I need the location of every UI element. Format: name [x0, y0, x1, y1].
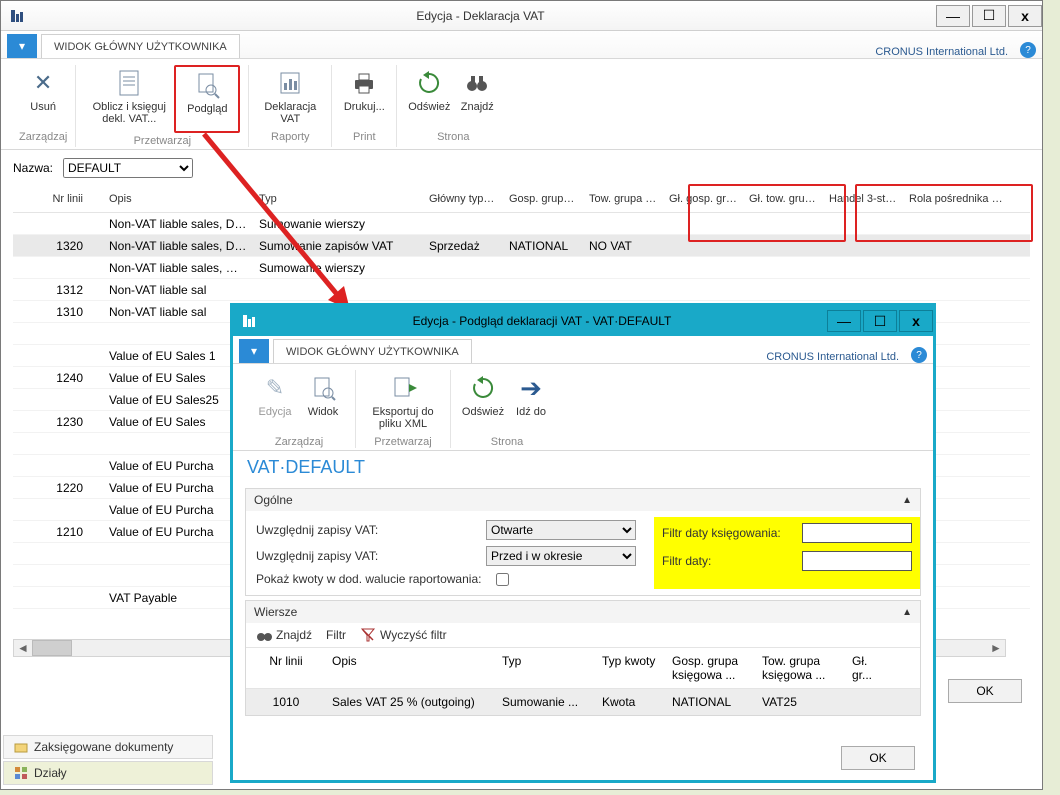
child-section-title: VAT·DEFAULT — [233, 451, 933, 484]
refresh-icon — [413, 67, 445, 99]
main-titlebar: Edycja - Deklaracja VAT — ☐ x — [1, 1, 1042, 31]
help-icon[interactable]: ? — [1020, 42, 1036, 58]
print-button[interactable]: Drukuj... — [340, 65, 388, 129]
scroll-right-icon[interactable]: ► — [987, 640, 1005, 656]
highlight-box-1 — [688, 184, 846, 242]
col-gtk[interactable]: Główny typ księgowania — [423, 190, 503, 208]
main-window-title: Edycja - Deklaracja VAT — [27, 9, 934, 23]
modules-icon — [14, 766, 28, 780]
rows-panel: Wiersze ▲ Znajdź Filtr Wyczyść filtr Nr … — [245, 600, 921, 716]
clear-filter-icon — [360, 627, 376, 643]
date-filter-label: Filtr daty: — [662, 554, 792, 568]
child-help-icon[interactable]: ? — [911, 347, 927, 363]
table-row[interactable]: Non-VAT liable sales, Ov...Sumowanie wie… — [13, 257, 1030, 279]
show-addcurr-checkbox[interactable] — [496, 573, 509, 586]
child-edit-button[interactable]: ✎ Edycja — [251, 370, 299, 434]
delete-icon: ✕ — [27, 67, 59, 99]
ok-button[interactable]: OK — [948, 679, 1022, 703]
rows-panel-title: Wiersze — [254, 605, 297, 619]
nav-departments[interactable]: Działy — [3, 761, 213, 785]
child-close-button[interactable]: x — [899, 310, 933, 332]
child-col-typkwoty[interactable]: Typ kwoty — [596, 650, 666, 686]
nav-posted-documents[interactable]: Zaksięgowane dokumenty — [3, 735, 213, 759]
child-col-gl[interactable]: Gł. gr... — [846, 650, 876, 686]
binoculars-icon — [461, 67, 493, 99]
child-ribbon-tab-main[interactable]: WIDOK GŁÓWNY UŻYTKOWNIKA — [273, 339, 472, 363]
child-clear-filter-button[interactable]: Wyczyść filtr — [360, 627, 447, 643]
vat-declaration-button[interactable]: Deklaracja VAT — [257, 65, 323, 129]
col-opis[interactable]: Opis — [103, 190, 253, 208]
child-col-nr[interactable]: Nr linii — [246, 650, 326, 686]
document-calc-icon — [113, 67, 145, 99]
child-maximize-button[interactable]: ☐ — [863, 310, 897, 332]
close-button[interactable]: x — [1008, 5, 1042, 27]
general-panel-title: Ogólne — [254, 493, 293, 507]
export-icon — [387, 372, 419, 404]
company-name: CRONUS International Ltd. — [875, 46, 1008, 58]
col-tgk[interactable]: Tow. grupa księgowa VAT — [583, 190, 663, 208]
col-typ[interactable]: Typ — [253, 190, 423, 208]
table-row[interactable]: 1312Non-VAT liable sal — [13, 279, 1030, 301]
report-icon — [274, 67, 306, 99]
child-window-title: Edycja - Podgląd deklaracji VAT - VAT·DE… — [259, 314, 825, 328]
child-menu-dropdown[interactable]: ▾ — [239, 339, 269, 363]
app-icon — [239, 311, 259, 331]
app-icon — [7, 6, 27, 26]
view-icon — [307, 372, 339, 404]
child-col-gospgrupa[interactable]: Gosp. grupa księgowa ... — [666, 650, 756, 686]
find-button[interactable]: Znajdź — [453, 65, 501, 129]
name-label: Nazwa: — [13, 161, 53, 175]
posting-date-filter-input[interactable] — [802, 523, 912, 543]
collapse-icon[interactable]: ▲ — [902, 607, 912, 618]
child-ok-button[interactable]: OK — [841, 746, 915, 770]
child-find-button[interactable]: Znajdź — [256, 628, 312, 642]
col-nr[interactable]: Nr linii — [13, 190, 103, 208]
date-filter-highlight: Filtr daty księgowania: Filtr daty: — [654, 517, 920, 589]
scroll-left-icon[interactable]: ◄ — [14, 640, 32, 656]
print-icon — [348, 67, 380, 99]
child-col-towgrupa[interactable]: Tow. grupa księgowa ... — [756, 650, 846, 686]
preview-icon — [191, 69, 223, 101]
include-vat-entries-1-select[interactable]: Otwarte — [486, 520, 636, 540]
pencil-icon: ✎ — [259, 372, 291, 404]
include-vat-entries-2-select[interactable]: Przed i w okresie — [486, 546, 636, 566]
child-minimize-button[interactable]: — — [827, 310, 861, 332]
maximize-button[interactable]: ☐ — [972, 5, 1006, 27]
refresh-icon — [467, 372, 499, 404]
goto-icon: ➔ — [515, 372, 547, 404]
general-panel: Ogólne ▲ Uwzględnij zapisy VAT: Otwarte … — [245, 488, 921, 596]
child-col-opis[interactable]: Opis — [326, 650, 496, 686]
child-refresh-button[interactable]: Odśwież — [459, 370, 507, 434]
calc-post-button[interactable]: Oblicz i księguj dekl. VAT... — [84, 65, 174, 133]
child-view-button[interactable]: Widok — [299, 370, 347, 434]
child-table-row[interactable]: 1010 Sales VAT 25 % (outgoing) Sumowanie… — [246, 689, 920, 715]
show-addcurr-label: Pokaż kwoty w dod. walucie raportowania: — [256, 572, 496, 586]
preview-button[interactable]: Podgląd — [174, 65, 240, 133]
menu-dropdown[interactable]: ▾ — [7, 34, 37, 58]
delete-button[interactable]: ✕ Usuń — [19, 65, 67, 129]
child-export-xml-button[interactable]: Eksportuj do pliku XML — [364, 370, 442, 434]
collapse-icon[interactable]: ▲ — [902, 495, 912, 506]
child-goto-button[interactable]: ➔ Idź do — [507, 370, 555, 434]
minimize-button[interactable]: — — [936, 5, 970, 27]
ribbon-tab-main[interactable]: WIDOK GŁÓWNY UŻYTKOWNIKA — [41, 34, 240, 58]
binoculars-icon — [256, 628, 272, 642]
name-select[interactable]: DEFAULT — [63, 158, 193, 178]
date-filter-input[interactable] — [802, 551, 912, 571]
child-company-name: CRONUS International Ltd. — [766, 351, 899, 363]
include-vat-entries-2-label: Uwzględnij zapisy VAT: — [256, 549, 486, 563]
highlight-box-2 — [855, 184, 1033, 242]
posting-date-filter-label: Filtr daty księgowania: — [662, 526, 792, 540]
col-ggk[interactable]: Gosp. grupa księgowa VAT — [503, 190, 583, 208]
child-filter-button[interactable]: Filtr — [326, 628, 346, 642]
refresh-button[interactable]: Odśwież — [405, 65, 453, 129]
child-titlebar: Edycja - Podgląd deklaracji VAT - VAT·DE… — [233, 306, 933, 336]
child-col-typ[interactable]: Typ — [496, 650, 596, 686]
folder-icon — [14, 740, 28, 754]
include-vat-entries-1-label: Uwzględnij zapisy VAT: — [256, 523, 486, 537]
